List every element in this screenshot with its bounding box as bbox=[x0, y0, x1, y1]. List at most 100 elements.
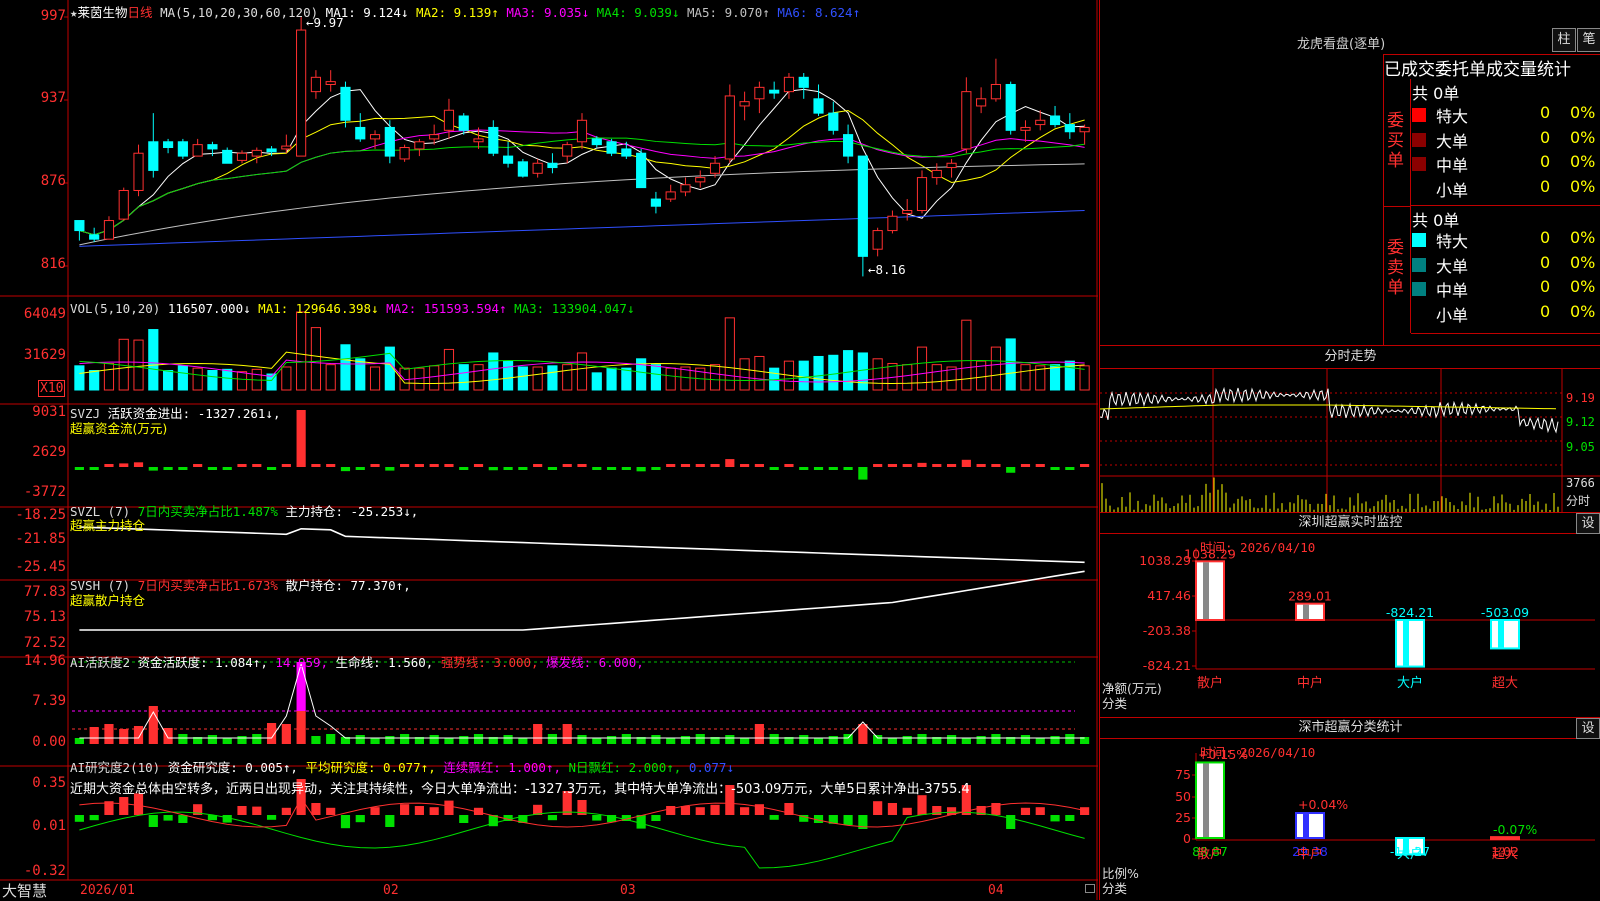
fund-flow-bar bbox=[932, 464, 942, 467]
activity-bar bbox=[178, 734, 188, 744]
research-bar bbox=[414, 806, 424, 815]
candle-body bbox=[163, 141, 174, 148]
bar-value-label: -824.21 bbox=[1386, 605, 1434, 620]
tab-orders[interactable]: 委托单 bbox=[1435, 60, 1486, 79]
fund-flow-bar bbox=[533, 464, 543, 467]
activity-bar bbox=[74, 738, 84, 744]
fund-flow-bar bbox=[606, 467, 617, 470]
axis-tick-label: 50 bbox=[1175, 789, 1191, 804]
sz-class-chart[interactable]: 755025088.87散户 29.38中户 -19.27大户 1.02超大+0.15… bbox=[1100, 718, 1600, 900]
activity-bar bbox=[385, 736, 395, 744]
size-swatch bbox=[1412, 257, 1426, 272]
date-tick: 2026/01 bbox=[80, 883, 135, 898]
candle-body bbox=[74, 220, 85, 232]
fund-flow-bar bbox=[710, 464, 720, 467]
size-label: 特大 bbox=[1436, 232, 1469, 251]
tab-filled[interactable]: 已成交 bbox=[1384, 60, 1435, 79]
fund-flow-bar bbox=[459, 467, 469, 470]
ai2-header: AI研究度2(10) 资金研究度: 0.005↑, 平均研究度: 0.077↑,… bbox=[70, 757, 734, 776]
sell-side-label: 委卖单 bbox=[1387, 238, 1404, 298]
candle-body bbox=[961, 91, 972, 150]
activity-bar bbox=[799, 735, 809, 744]
bar-stripe bbox=[1303, 814, 1309, 837]
research-bar bbox=[385, 815, 395, 827]
size-percent: 0% bbox=[1570, 176, 1596, 196]
ai1-axis-tick: 7.39 bbox=[32, 693, 66, 709]
box-bottom-line bbox=[1411, 333, 1600, 334]
research-bar bbox=[459, 815, 469, 823]
activity-bar bbox=[222, 738, 232, 744]
category-label: 大户 bbox=[1397, 675, 1423, 691]
candle-body bbox=[473, 138, 484, 143]
activity-bar bbox=[163, 728, 173, 744]
volume-bar bbox=[103, 362, 115, 391]
candle-body bbox=[340, 86, 351, 121]
fund-flow-bar bbox=[695, 464, 705, 467]
sz-class-xlabel: 分类 bbox=[1102, 881, 1128, 896]
activity-bar bbox=[680, 736, 691, 744]
fund-flow-bar bbox=[281, 464, 291, 467]
activity-bar bbox=[873, 735, 883, 744]
research-bar bbox=[695, 807, 705, 815]
research-bar bbox=[163, 815, 173, 821]
research-bar bbox=[355, 815, 365, 823]
bar-value-label: 1038.29 bbox=[1184, 546, 1236, 561]
candle-body bbox=[414, 141, 425, 150]
candle-body bbox=[399, 147, 410, 160]
stock-name[interactable]: 莱茵生物 bbox=[78, 5, 128, 20]
lock-icon[interactable] bbox=[1085, 884, 1095, 893]
fund-flow-bar bbox=[252, 464, 262, 467]
category-bar bbox=[1490, 836, 1520, 841]
volume-bar bbox=[621, 367, 632, 391]
fund-flow-bar bbox=[207, 467, 218, 470]
volume-bar bbox=[369, 366, 381, 391]
size-swatch bbox=[1412, 157, 1426, 171]
fund-flow-bar bbox=[1065, 467, 1075, 470]
candle-body bbox=[843, 134, 854, 157]
change-percent-label: +0.15% bbox=[1198, 747, 1248, 762]
period-label[interactable]: 日线 bbox=[128, 5, 153, 20]
watch-star-icon[interactable]: ★ bbox=[70, 5, 78, 20]
research-bar bbox=[1020, 807, 1031, 815]
ai2-axis-tick: 0.01 bbox=[32, 818, 66, 834]
candle-body bbox=[709, 162, 721, 174]
activity-bar bbox=[991, 734, 1001, 744]
column-view-button[interactable]: 柱 bbox=[1552, 28, 1576, 52]
candle-body bbox=[488, 126, 499, 154]
sz-monitor-chart[interactable]: 1038.29417.46-203.38-824.211038.29散户289.… bbox=[1100, 513, 1600, 717]
size-count: 0 bbox=[1540, 301, 1551, 321]
activity-bar bbox=[887, 738, 898, 744]
candle-body bbox=[89, 234, 100, 240]
fund-flow-bar bbox=[193, 464, 203, 467]
fund-flow-bar bbox=[488, 467, 498, 471]
svzl-ratio: 7日内买卖净占比1.487% bbox=[137, 504, 278, 519]
research-bar bbox=[1050, 815, 1060, 822]
tab-volume-stats[interactable]: 成交量统计 bbox=[1486, 60, 1571, 79]
ma-params: MA(5,10,20,30,60,120) bbox=[160, 5, 319, 20]
activity-bar bbox=[547, 734, 558, 744]
fund-flow-bar bbox=[592, 467, 602, 470]
size-percent: 0% bbox=[1570, 152, 1596, 171]
volume-bar bbox=[591, 372, 602, 391]
research-bar bbox=[1035, 807, 1045, 815]
candle-body bbox=[310, 76, 321, 93]
activity-bar bbox=[695, 734, 705, 744]
size-percent: 0% bbox=[1570, 277, 1596, 296]
activity-bar bbox=[621, 734, 631, 744]
fund-flow-bar bbox=[976, 464, 986, 467]
tick-view-button[interactable]: 笔 bbox=[1577, 28, 1600, 52]
ai1-value2: 14.959, bbox=[275, 655, 329, 670]
vol-unit-badge: X10 bbox=[38, 380, 66, 397]
svsh-axis-tick: 75.13 bbox=[23, 609, 66, 625]
candle-body bbox=[192, 144, 203, 157]
volume-bar bbox=[340, 344, 351, 391]
size-percent: 0% bbox=[1570, 301, 1596, 321]
activity-bar bbox=[1065, 734, 1075, 744]
research-bar bbox=[873, 801, 883, 815]
ma2-value: MA2: 9.139↑ bbox=[416, 5, 499, 20]
avg-price-line bbox=[1100, 404, 1557, 410]
intraday-chart[interactable] bbox=[1100, 369, 1600, 512]
candle-body bbox=[251, 149, 262, 157]
sz-monitor-xlabel: 分类 bbox=[1102, 696, 1128, 711]
fund-flow-bar bbox=[148, 467, 158, 471]
